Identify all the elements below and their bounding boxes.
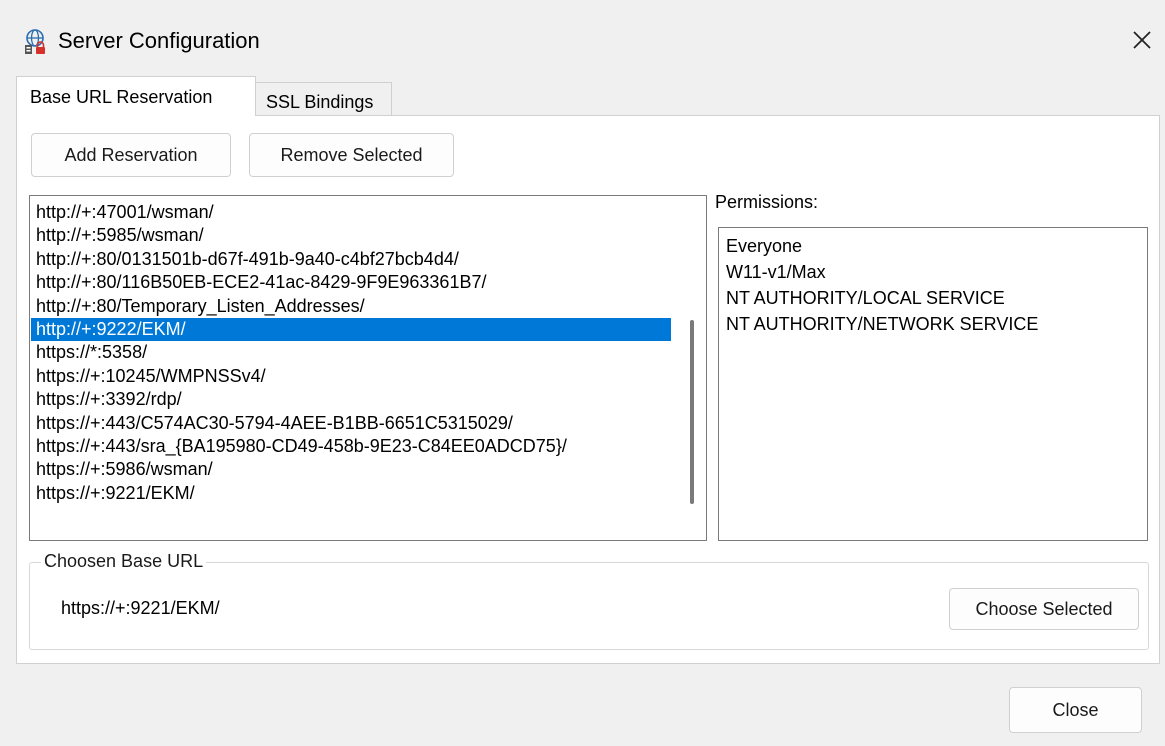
url-list-item[interactable]: https://*:5358/ xyxy=(31,341,671,364)
title-bar: Server Configuration xyxy=(0,0,1165,86)
permission-item[interactable]: Everyone xyxy=(726,233,1038,259)
url-list-item[interactable]: http://+:80/0131501b-d67f-491b-9a40-c4bf… xyxy=(31,248,671,271)
permissions-list[interactable]: Everyone W11-v1/Max NT AUTHORITY/LOCAL SER… xyxy=(718,227,1148,541)
close-icon[interactable] xyxy=(1124,22,1160,58)
url-list-item[interactable]: http://+:47001/wsman/ xyxy=(31,201,671,224)
url-list-item[interactable]: https://+:3392/rdp/ xyxy=(31,388,671,411)
vertical-scrollbar[interactable] xyxy=(681,197,705,539)
add-reservation-button[interactable]: Add Reservation xyxy=(31,133,231,177)
permissions-label: Permissions: xyxy=(715,192,819,212)
close-button[interactable]: Close xyxy=(1009,687,1142,733)
url-list-item[interactable]: https://+:10245/WMPNSSv4/ xyxy=(31,365,671,388)
scrollbar-thumb[interactable] xyxy=(690,320,694,504)
url-list-item[interactable]: http://+:80/Temporary_Listen_Addresses/ xyxy=(31,295,671,318)
url-list-items: http://+:47001/wsman/http://+:5985/wsman… xyxy=(31,201,671,505)
chosen-base-url-label: Choosen Base URL xyxy=(41,551,207,572)
permission-item[interactable]: W11-v1/Max xyxy=(726,259,1038,285)
url-list-item[interactable]: https://+:443/sra_{BA195980-CD49-458b-9E… xyxy=(31,435,671,458)
url-list-item[interactable]: https://+:5986/wsman/ xyxy=(31,458,671,481)
url-list-item[interactable]: https://+:9221/EKM/ xyxy=(31,482,671,505)
choose-selected-button[interactable]: Choose Selected xyxy=(949,588,1139,630)
window-title: Server Configuration xyxy=(58,28,260,53)
chosen-base-url-value: https://+:9221/EKM/ xyxy=(61,598,220,618)
permission-item[interactable]: NT AUTHORITY/NETWORK SERVICE xyxy=(726,311,1038,337)
globe-lock-icon xyxy=(25,29,45,54)
url-list-item[interactable]: http://+:80/116B50EB-ECE2-41ac-8429-9F9E… xyxy=(31,271,671,294)
url-list-item[interactable]: http://+:5985/wsman/ xyxy=(31,224,671,247)
url-reservation-list[interactable]: http://+:47001/wsman/http://+:5985/wsman… xyxy=(29,195,707,541)
url-list-item[interactable]: http://+:9222/EKM/ xyxy=(31,317,671,342)
tab-base-url-reservation[interactable]: Base URL Reservation xyxy=(16,76,256,116)
remove-selected-button[interactable]: Remove Selected xyxy=(249,133,454,177)
tab-ssl-bindings[interactable]: SSL Bindings xyxy=(255,82,392,118)
permission-item[interactable]: NT AUTHORITY/LOCAL SERVICE xyxy=(726,285,1038,311)
permissions-items: Everyone W11-v1/Max NT AUTHORITY/LOCAL SER… xyxy=(726,233,1038,337)
url-list-item[interactable]: https://+:443/C574AC30-5794-4AEE-B1BB-66… xyxy=(31,412,671,435)
tab-panel: Add Reservation Remove Selected http://+… xyxy=(16,115,1160,664)
